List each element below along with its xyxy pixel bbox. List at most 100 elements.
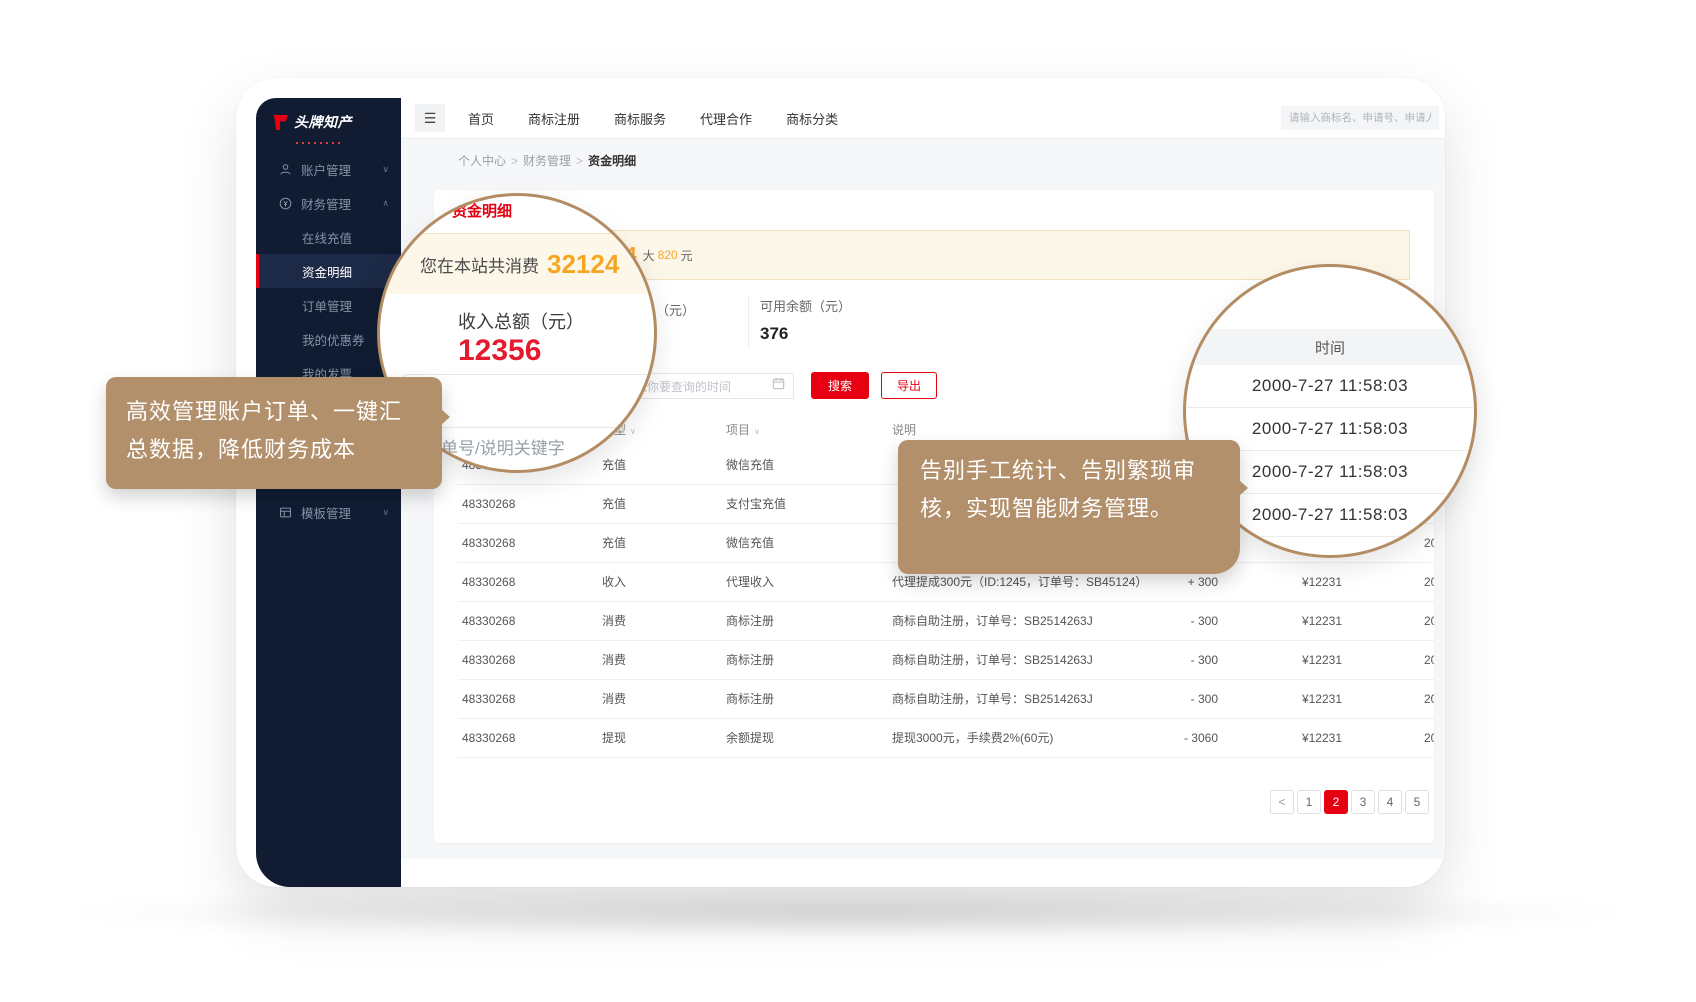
- top-nav-menu: 首页商标注册商标服务代理合作商标分类: [456, 98, 850, 138]
- banner-amount-small: 820: [658, 248, 678, 262]
- magnified-banner-prefix: 您在本站共消费: [420, 252, 539, 277]
- pagination-page-5[interactable]: 5: [1405, 790, 1429, 814]
- sidebar: 头牌知产 账户管理∨财务管理∧在线充值资金明细订单管理我的优惠券我的发票模板管理…: [256, 98, 401, 887]
- trademark-search-input[interactable]: [1281, 106, 1439, 130]
- table-row: 48330268消费商标注册商标自助注册，订单号：SB2514263J- 300…: [434, 602, 1434, 641]
- table-row: 48330268消费商标注册商标自助注册，订单号：SB2514263J- 300…: [434, 680, 1434, 719]
- sidebar-item-label: 订单管理: [302, 296, 352, 315]
- cell-project: 余额提现: [726, 719, 866, 758]
- nav-link-2[interactable]: 商标注册: [516, 109, 592, 128]
- cell-balance: ¥12231: [1234, 563, 1342, 602]
- cell-project: 商标注册: [726, 602, 866, 641]
- stat-divider: [748, 296, 749, 348]
- user-icon: [278, 162, 293, 177]
- cell-type: 消费: [602, 680, 692, 719]
- pagination: <12345: [1270, 790, 1429, 814]
- cell-time: 2000-7-27 11:58:03: [1424, 641, 1434, 680]
- pagination-page-4[interactable]: 4: [1378, 790, 1402, 814]
- cell-project: 商标注册: [726, 641, 866, 680]
- breadcrumb: 个人中心 > 财务管理 > 资金明细: [458, 152, 636, 169]
- cell-order: 48330268: [462, 641, 592, 680]
- cell-balance: ¥12231: [1234, 719, 1342, 758]
- cell-order: 48330268: [462, 563, 592, 602]
- pagination-page-1[interactable]: 1: [1297, 790, 1321, 814]
- sidebar-item-1[interactable]: 账户管理 ∨: [256, 152, 401, 186]
- cell-order: 48330268: [462, 485, 592, 524]
- cell-order: 48330268: [462, 602, 592, 641]
- nav-link-1[interactable]: 首页: [456, 109, 506, 128]
- brand-tagline-dots: [296, 142, 344, 144]
- cell-type: 提现: [602, 719, 692, 758]
- project-column-header[interactable]: 项目∨: [726, 414, 866, 446]
- sidebar-item-label: 我的优惠券: [302, 330, 365, 349]
- cell-amount: - 300: [1134, 602, 1218, 641]
- cell-project: 商标注册: [726, 680, 866, 719]
- callout-left-arrow: [434, 403, 464, 431]
- table-row: 48330268提现余额提现提现3000元，手续费2%(60元)- 3060¥1…: [434, 719, 1434, 758]
- chevron-up-icon: ∧: [382, 198, 389, 209]
- template-icon: [278, 505, 293, 520]
- magnified-banner: 您在本站共消费 32124: [377, 233, 657, 294]
- cell-balance: ¥12231: [1234, 680, 1342, 719]
- cell-time: 2000-7-27 11:58:03: [1424, 602, 1434, 641]
- nav-link-4[interactable]: 代理合作: [688, 109, 764, 128]
- sort-chevron-icon: ∨: [754, 427, 760, 436]
- cell-project: 微信充值: [726, 446, 866, 485]
- sidebar-item-label: 账户管理: [301, 160, 351, 179]
- cell-time: 2000-7-27 11:58:03: [1424, 719, 1434, 758]
- cell-type: 充值: [602, 485, 692, 524]
- banner-unit: 元: [681, 247, 693, 264]
- finance-icon: [278, 196, 293, 211]
- cell-time: 2000-7-27 11:58:03: [1424, 680, 1434, 719]
- balance-stat-value: 376: [760, 324, 851, 344]
- cell-type: 充值: [602, 446, 692, 485]
- sort-chevron-icon: ∨: [630, 427, 636, 436]
- sidebar-item-label: 模板管理: [301, 503, 351, 522]
- magnified-income-value: 12356: [458, 334, 541, 368]
- sidebar-item-2[interactable]: 财务管理 ∧: [256, 186, 401, 220]
- sidebar-item-label: 在线充值: [302, 228, 352, 247]
- balance-stat-label: 可用余额（元）: [760, 296, 851, 315]
- nav-link-3[interactable]: 商标服务: [602, 109, 678, 128]
- callout-right-arrow: [1232, 474, 1262, 502]
- table-row: 48330268消费商标注册商标自助注册，订单号：SB2514263J- 300…: [434, 641, 1434, 680]
- cell-order: 48330268: [462, 719, 592, 758]
- export-button[interactable]: 导出: [881, 372, 937, 399]
- pagination-page-3[interactable]: 3: [1351, 790, 1375, 814]
- cell-amount: - 300: [1134, 641, 1218, 680]
- cell-project: 代理收入: [726, 563, 866, 602]
- search-button[interactable]: 搜索: [811, 372, 869, 399]
- breadcrumb-separator: >: [511, 154, 518, 168]
- pagination-page-2[interactable]: 2: [1324, 790, 1348, 814]
- callout-right-text: 告别手工统计、告别繁琐审核，实现智能财务管理。: [920, 458, 1196, 521]
- cell-amount: - 300: [1134, 680, 1218, 719]
- balance-stat: 可用余额（元） 376: [760, 296, 851, 344]
- hamburger-menu-icon[interactable]: ☰: [415, 104, 445, 132]
- cell-type: 消费: [602, 641, 692, 680]
- cell-order: 48330268: [462, 680, 592, 719]
- laptop-base-shadow: [70, 886, 1626, 940]
- breadcrumb-separator: >: [576, 154, 583, 168]
- calendar-icon: [772, 377, 785, 395]
- magnified-order-header: 订单号/说明关键字: [424, 434, 565, 459]
- magnified-page-title: 资金明细: [452, 200, 512, 221]
- top-navbar: ☰ 首页商标注册商标服务代理合作商标分类: [401, 98, 1445, 139]
- callout-right: 告别手工统计、告别繁琐审核，实现智能财务管理。: [898, 440, 1240, 574]
- brand-flag-icon: [272, 114, 289, 131]
- breadcrumb-item[interactable]: 财务管理: [523, 154, 571, 168]
- sidebar-item-8[interactable]: 模板管理 ∨: [256, 495, 401, 529]
- cell-balance: ¥12231: [1234, 602, 1342, 641]
- breadcrumb-item[interactable]: 个人中心: [458, 154, 506, 168]
- callout-left: 高效管理账户订单、一键汇总数据，降低财务成本: [106, 377, 442, 489]
- chevron-down-icon: ∨: [382, 507, 389, 518]
- expense-stat-label: （元）: [656, 300, 695, 319]
- chevron-down-icon: ∨: [382, 164, 389, 175]
- sidebar-item-label: 财务管理: [301, 194, 351, 213]
- breadcrumb-current: 资金明细: [588, 154, 636, 168]
- magnified-time-header: 时间: [1186, 329, 1474, 365]
- magnified-time-value: 2000-7-27 11:58:03: [1186, 365, 1474, 408]
- cell-type: 充值: [602, 524, 692, 563]
- pagination-prev-button[interactable]: <: [1270, 790, 1294, 814]
- nav-link-5[interactable]: 商标分类: [774, 109, 850, 128]
- sidebar-item-label: 资金明细: [302, 262, 352, 281]
